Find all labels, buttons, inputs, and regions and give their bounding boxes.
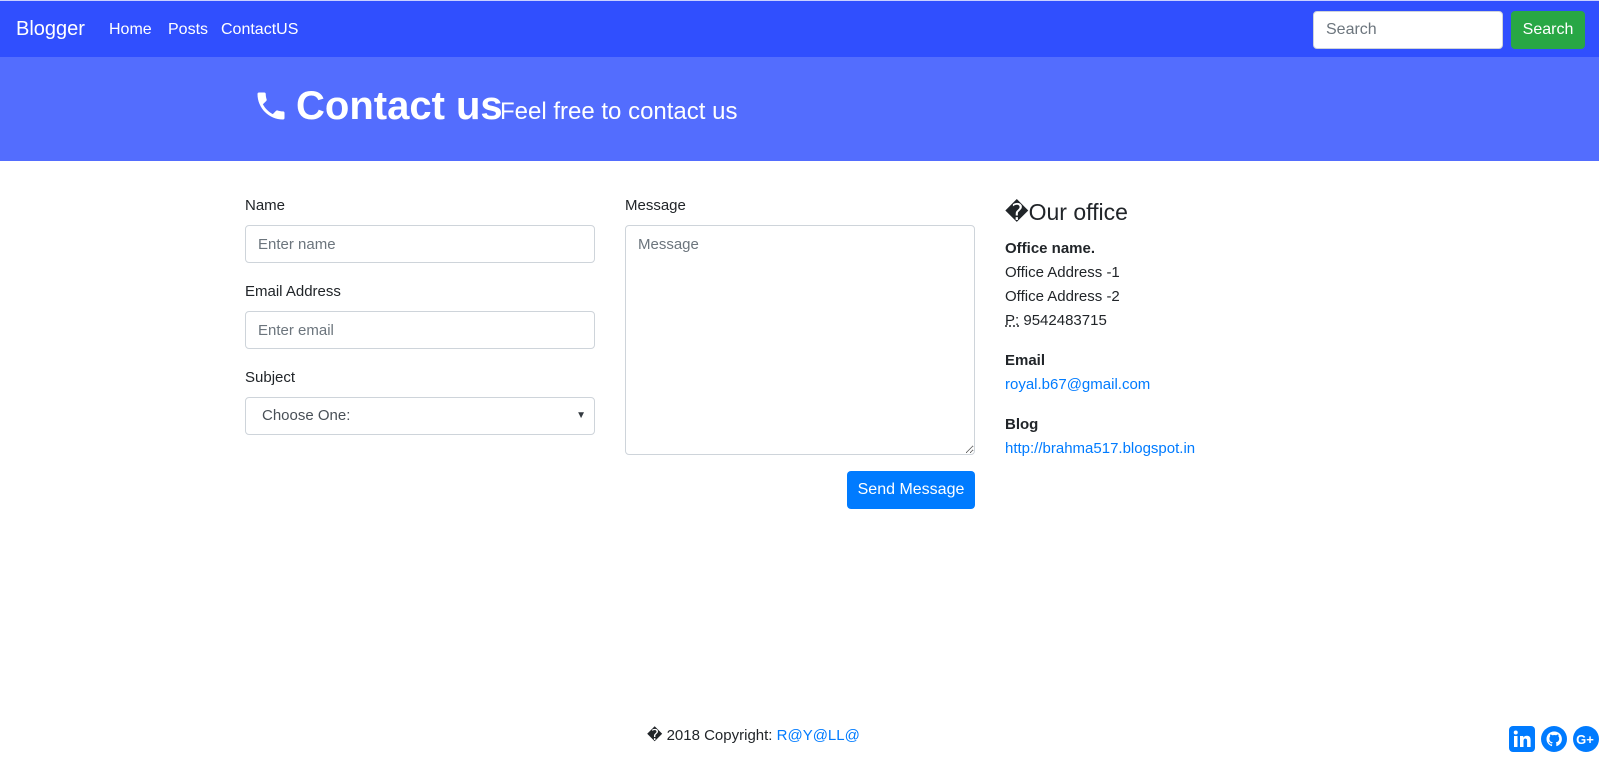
github-icon[interactable] (1540, 725, 1568, 753)
search-input[interactable] (1313, 11, 1503, 49)
nav-link-contactus[interactable]: ContactUS (221, 20, 298, 40)
search-button[interactable]: Search (1511, 11, 1585, 49)
nav-link-home[interactable]: Home (109, 20, 152, 40)
office-name: Office name. (1005, 240, 1096, 257)
subject-select[interactable]: Choose One: ▼ (245, 397, 595, 435)
subject-selected-value: Choose One: (262, 407, 351, 424)
linkedin-icon[interactable] (1508, 725, 1536, 753)
office-address-2: Office Address -2 (1005, 288, 1120, 305)
name-field[interactable] (245, 225, 595, 263)
navbar: Blogger Home Posts ContactUS Search (0, 0, 1599, 57)
name-label: Name (245, 197, 286, 214)
page-header: Contact us Feel free to contact us (0, 57, 1599, 161)
google-plus-icon[interactable]: G+ (1572, 725, 1599, 753)
copyright-glyph: � (647, 727, 663, 744)
nav-link-posts[interactable]: Posts (168, 20, 208, 40)
message-field[interactable] (625, 225, 975, 455)
blog-link[interactable]: http://brahma517.blogspot.in (1005, 438, 1195, 460)
office-address-1: Office Address -1 (1005, 264, 1120, 281)
phone-number: 9542483715 (1023, 312, 1107, 329)
phone-label: P: (1005, 312, 1020, 329)
office-phone: P: 9542483715 (1005, 310, 1107, 332)
brand-link[interactable]: Blogger (16, 17, 85, 41)
office-title-text: Our office (1028, 199, 1128, 225)
phone-icon (257, 92, 285, 120)
author-link[interactable]: R@Y@LL@ (777, 727, 860, 744)
footer-copyright: � 2018 Copyright: R@Y@LL@ (647, 726, 860, 746)
svg-text:G+: G+ (1576, 732, 1594, 747)
page-title: Contact us (296, 84, 503, 128)
copyright-text: 2018 Copyright: (666, 727, 773, 744)
subject-label: Subject (245, 369, 296, 386)
email-heading: Email (1005, 352, 1046, 369)
email-link[interactable]: royal.b67@gmail.com (1005, 374, 1150, 396)
page-subtitle: Feel free to contact us (500, 98, 738, 125)
office-title-glyph: � (1005, 199, 1029, 225)
email-label: Email Address (245, 283, 341, 300)
email-field[interactable] (245, 311, 595, 349)
message-label: Message (625, 197, 686, 214)
chevron-down-icon: ▼ (576, 410, 586, 421)
office-title: �Our office (1005, 198, 1128, 226)
send-message-button[interactable]: Send Message (847, 471, 975, 509)
blog-heading: Blog (1005, 416, 1039, 433)
